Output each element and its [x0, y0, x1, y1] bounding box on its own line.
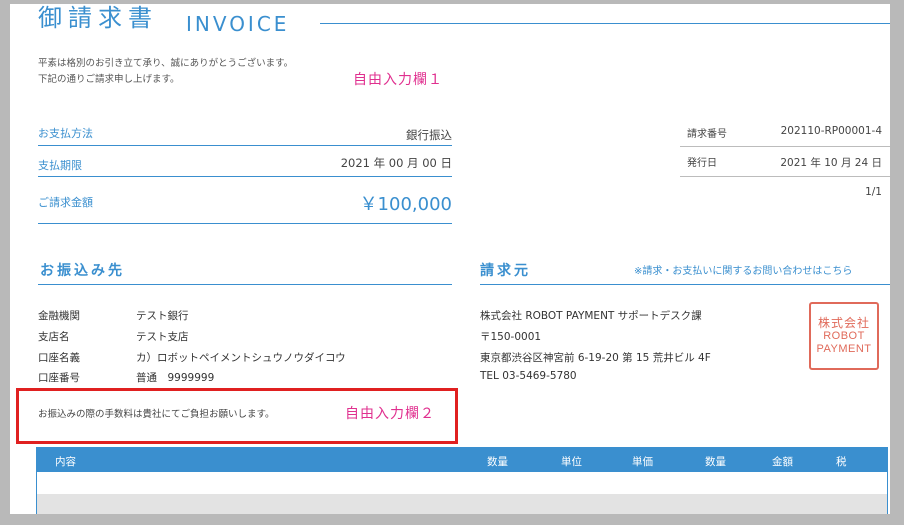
payment-divider: [38, 223, 452, 224]
issuer-address: 東京都渋谷区神宮前 6-19-20 第 15 荒井ビル 4F: [480, 352, 711, 364]
bank-name-label: 金融機関: [38, 310, 80, 322]
invoice-document: 御請求書 INVOICE 平素は格別のお引き立て承り、誠にありがとうございます。…: [10, 4, 890, 514]
billing-amount-label: ご請求金額: [38, 196, 93, 209]
billing-amount-value: ￥100,000: [359, 194, 452, 215]
bank-section-divider: [38, 284, 452, 285]
greeting-line-1: 平素は格別のお引き立て承り、誠にありがとうございます。: [38, 58, 294, 69]
title-divider: [320, 23, 890, 24]
col-header-tax: 税: [836, 456, 847, 468]
invoice-title-jp: 御請求書: [38, 4, 158, 32]
bank-section-title: お振込み先: [40, 263, 125, 279]
col-header-quantity: 数量: [487, 456, 508, 468]
table-row[interactable]: [37, 472, 887, 494]
payment-deadline-value: 2021 年 00 月 00 日: [340, 156, 452, 170]
meta-divider: [680, 146, 890, 147]
stamp-line: PAYMENT: [816, 342, 872, 355]
invoice-number-value: 202110-RP00001-4: [780, 125, 882, 137]
col-header-unit-price: 単価: [632, 456, 653, 468]
payment-method-label: お支払方法: [38, 127, 93, 140]
branch-name-value: テスト支店: [136, 331, 189, 343]
free-field-2-highlight: [16, 388, 458, 444]
payment-divider: [38, 145, 452, 146]
free-field-1[interactable]: 自由入力欄１: [353, 69, 443, 89]
items-table: 内容 数量 単位 単価 数量 金額 税: [36, 447, 888, 514]
payment-method-value: 銀行振込: [406, 128, 452, 142]
stamp-line: ROBOT: [823, 329, 865, 342]
greeting-line-2: 下記の通りご請求申し上げます。: [38, 74, 180, 85]
account-holder-value: カ）ロボットペイメントシュウノウダイコウ: [136, 352, 346, 364]
invoice-number-label: 請求番号: [687, 129, 727, 140]
items-table-header: 内容 数量 単位 単価 数量 金額 税: [37, 448, 887, 472]
meta-divider: [680, 176, 890, 177]
issuer-phone: TEL 03-5469-5780: [480, 370, 577, 382]
stamp-line: 株式会社: [817, 315, 870, 330]
col-header-unit: 単位: [561, 456, 582, 468]
issue-date-label: 発行日: [687, 158, 717, 169]
invoice-title-en: INVOICE: [186, 12, 290, 36]
col-header-description: 内容: [55, 456, 76, 468]
page-number: 1/1: [865, 186, 882, 198]
account-holder-label: 口座名義: [38, 352, 80, 364]
branch-name-label: 支店名: [38, 331, 70, 343]
issuer-postal-code: 〒150-0001: [480, 331, 542, 343]
issuer-company: 株式会社 ROBOT PAYMENT サポートデスク課: [480, 310, 702, 322]
issuer-section-divider: [480, 284, 890, 285]
issue-date-value: 2021 年 10 月 24 日: [780, 157, 882, 169]
col-header-quantity-2: 数量: [705, 456, 726, 468]
contact-inquiry-link[interactable]: ※請求・お支払いに関するお問い合わせはこちら: [634, 262, 852, 277]
account-number-label: 口座番号: [38, 372, 80, 384]
company-seal-stamp: 株式会社 ROBOT PAYMENT: [809, 302, 879, 370]
col-header-amount: 金額: [772, 456, 793, 468]
payment-deadline-label: 支払期限: [38, 159, 82, 172]
issuer-section-title: 請求元: [480, 263, 531, 279]
payment-divider: [38, 176, 452, 177]
table-row[interactable]: [37, 494, 887, 514]
bank-name-value: テスト銀行: [136, 310, 189, 322]
account-number-value: 普通 9999999: [136, 372, 215, 384]
